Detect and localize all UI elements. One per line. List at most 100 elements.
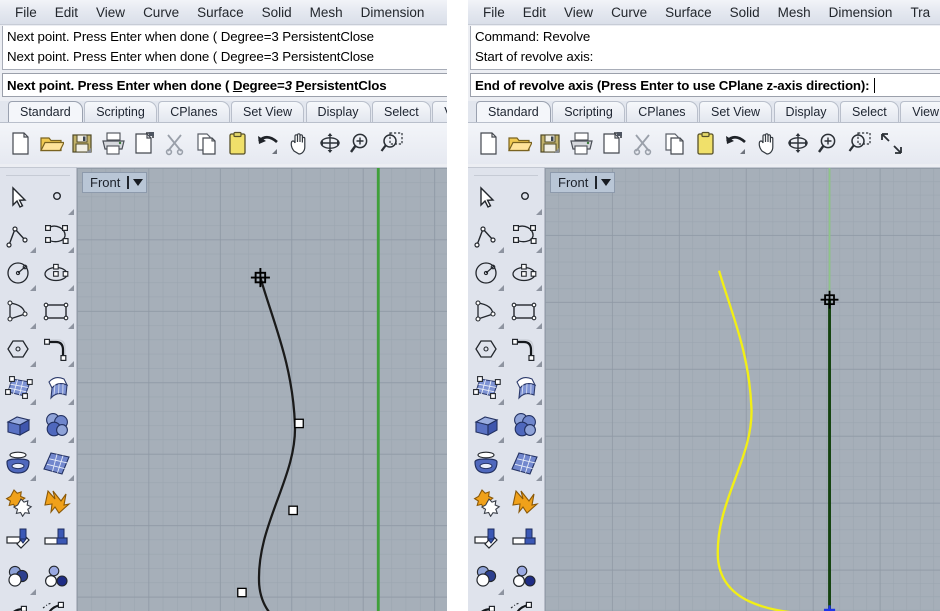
sidebar-item-split[interactable] xyxy=(506,521,544,559)
viewport-front-left[interactable]: Front xyxy=(77,167,447,611)
cut-page-icon[interactable] xyxy=(597,127,628,161)
sidebar-item-sphere[interactable] xyxy=(506,407,544,445)
flyout-arrow-icon[interactable] xyxy=(498,399,504,405)
sidebar-item-curve-from-object[interactable] xyxy=(0,597,38,611)
sidebar-item-control-point-curve[interactable] xyxy=(506,217,544,255)
menu-item-solid[interactable]: Solid xyxy=(253,3,301,22)
sidebar-item-point[interactable] xyxy=(506,179,544,217)
command-prompt-left[interactable]: Next point. Press Enter when done ( Degr… xyxy=(2,73,447,97)
zoom-extents-icon[interactable] xyxy=(876,127,907,161)
sidebar-item-boolean-union[interactable] xyxy=(468,483,506,521)
menu-item-solid[interactable]: Solid xyxy=(721,3,769,22)
menu-item-surface[interactable]: Surface xyxy=(656,3,721,22)
flyout-arrow-icon[interactable] xyxy=(68,475,74,481)
tab-standard[interactable]: Standard xyxy=(8,101,83,122)
open-folder-icon[interactable] xyxy=(36,127,67,161)
sidebar-item-control-point-curve[interactable] xyxy=(38,217,76,255)
tab-cplanes[interactable]: CPlanes xyxy=(158,101,229,122)
sidebar-item-revolve[interactable] xyxy=(468,445,506,483)
sidebar-item-extrude-surface[interactable] xyxy=(506,369,544,407)
flyout-arrow-icon[interactable] xyxy=(498,323,504,329)
new-file-icon[interactable] xyxy=(473,127,504,161)
command-history-left[interactable]: Next point. Press Enter when done ( Degr… xyxy=(2,26,447,70)
sidebar-item-boolean-split[interactable] xyxy=(506,559,544,597)
flyout-arrow-icon[interactable] xyxy=(536,437,542,443)
pan-hand-icon[interactable] xyxy=(284,127,315,161)
undo-icon[interactable] xyxy=(253,127,284,161)
save-icon[interactable] xyxy=(535,127,566,161)
sidebar-item-surface-tools[interactable] xyxy=(38,445,76,483)
sidebar-item-surface-from-control-points[interactable] xyxy=(0,369,38,407)
menu-item-file[interactable]: File xyxy=(474,3,514,22)
rotate-view-icon[interactable] xyxy=(315,127,346,161)
menu-item-surface[interactable]: Surface xyxy=(188,3,253,22)
paste-icon[interactable] xyxy=(222,127,253,161)
sidebar-item-curve-tools[interactable] xyxy=(38,597,76,611)
sidebar-item-polygon[interactable] xyxy=(0,331,38,369)
cut-page-icon[interactable] xyxy=(129,127,160,161)
flyout-arrow-icon[interactable] xyxy=(30,285,36,291)
flyout-arrow-icon[interactable] xyxy=(498,285,504,291)
zoom-in-icon[interactable] xyxy=(814,127,845,161)
sidebar-item-boolean-difference[interactable] xyxy=(468,559,506,597)
flyout-arrow-icon[interactable] xyxy=(30,323,36,329)
sidebar-item-rectangle[interactable] xyxy=(506,293,544,331)
menu-item-transform[interactable]: Tra xyxy=(901,3,939,22)
menu-item-mesh[interactable]: Mesh xyxy=(301,3,352,22)
sidebar-item-extrude-surface[interactable] xyxy=(38,369,76,407)
flyout-arrow-icon[interactable] xyxy=(30,399,36,405)
sidebar-item-fillet-curves[interactable] xyxy=(38,331,76,369)
flyout-arrow-icon[interactable] xyxy=(68,399,74,405)
sidebar-item-ellipse[interactable] xyxy=(506,255,544,293)
flyout-arrow-icon[interactable] xyxy=(498,437,504,443)
paste-icon[interactable] xyxy=(690,127,721,161)
open-folder-icon[interactable] xyxy=(504,127,535,161)
sidebar-item-surface-from-control-points[interactable] xyxy=(468,369,506,407)
tab-select[interactable]: Select xyxy=(840,101,899,122)
zoom-in-icon[interactable] xyxy=(346,127,377,161)
flyout-arrow-icon[interactable] xyxy=(30,437,36,443)
flyout-arrow-icon[interactable] xyxy=(498,475,504,481)
flyout-arrow-icon[interactable] xyxy=(498,589,504,595)
undo-icon[interactable] xyxy=(721,127,752,161)
sidebar-item-surface-tools[interactable] xyxy=(506,445,544,483)
flyout-arrow-icon[interactable] xyxy=(68,361,74,367)
flyout-arrow-icon[interactable] xyxy=(536,209,542,215)
flyout-arrow-icon[interactable] xyxy=(536,475,542,481)
sidebar-item-trim[interactable] xyxy=(0,521,38,559)
viewport-label-left[interactable]: Front xyxy=(82,172,147,193)
tab-display[interactable]: Display xyxy=(774,101,839,122)
chevron-down-icon[interactable] xyxy=(133,179,143,186)
flyout-arrow-icon[interactable] xyxy=(536,323,542,329)
tab-cplanes[interactable]: CPlanes xyxy=(626,101,697,122)
flyout-arrow-icon[interactable] xyxy=(68,437,74,443)
sidebar-item-polyline[interactable] xyxy=(468,217,506,255)
print-icon[interactable] xyxy=(566,127,597,161)
menu-item-curve[interactable]: Curve xyxy=(134,3,188,22)
zoom-window-icon[interactable] xyxy=(377,127,408,161)
sidebar-item-curve-from-object[interactable] xyxy=(468,597,506,611)
sidebar-item-trim[interactable] xyxy=(468,521,506,559)
sidebar-item-polyline[interactable] xyxy=(0,217,38,255)
flyout-arrow-icon[interactable] xyxy=(536,361,542,367)
pan-hand-icon[interactable] xyxy=(752,127,783,161)
scissors-icon[interactable] xyxy=(628,127,659,161)
menu-item-curve[interactable]: Curve xyxy=(602,3,656,22)
menu-item-edit[interactable]: Edit xyxy=(514,3,555,22)
menu-item-file[interactable]: File xyxy=(6,3,46,22)
menu-item-dimension[interactable]: Dimension xyxy=(820,3,902,22)
flyout-arrow-icon[interactable] xyxy=(68,247,74,253)
sidebar-item-revolve[interactable] xyxy=(0,445,38,483)
flyout-arrow-icon[interactable] xyxy=(536,247,542,253)
tab-scripting[interactable]: Scripting xyxy=(84,101,157,122)
flyout-arrow-icon[interactable] xyxy=(68,285,74,291)
copy-icon[interactable] xyxy=(191,127,222,161)
sidebar-item-arc[interactable] xyxy=(0,293,38,331)
print-icon[interactable] xyxy=(98,127,129,161)
flyout-arrow-icon[interactable] xyxy=(68,323,74,329)
sidebar-item-polygon[interactable] xyxy=(468,331,506,369)
sidebar-item-boolean-split[interactable] xyxy=(38,559,76,597)
viewport-front-right[interactable]: Front xyxy=(545,167,940,611)
sidebar-item-explode[interactable] xyxy=(506,483,544,521)
copy-icon[interactable] xyxy=(659,127,690,161)
